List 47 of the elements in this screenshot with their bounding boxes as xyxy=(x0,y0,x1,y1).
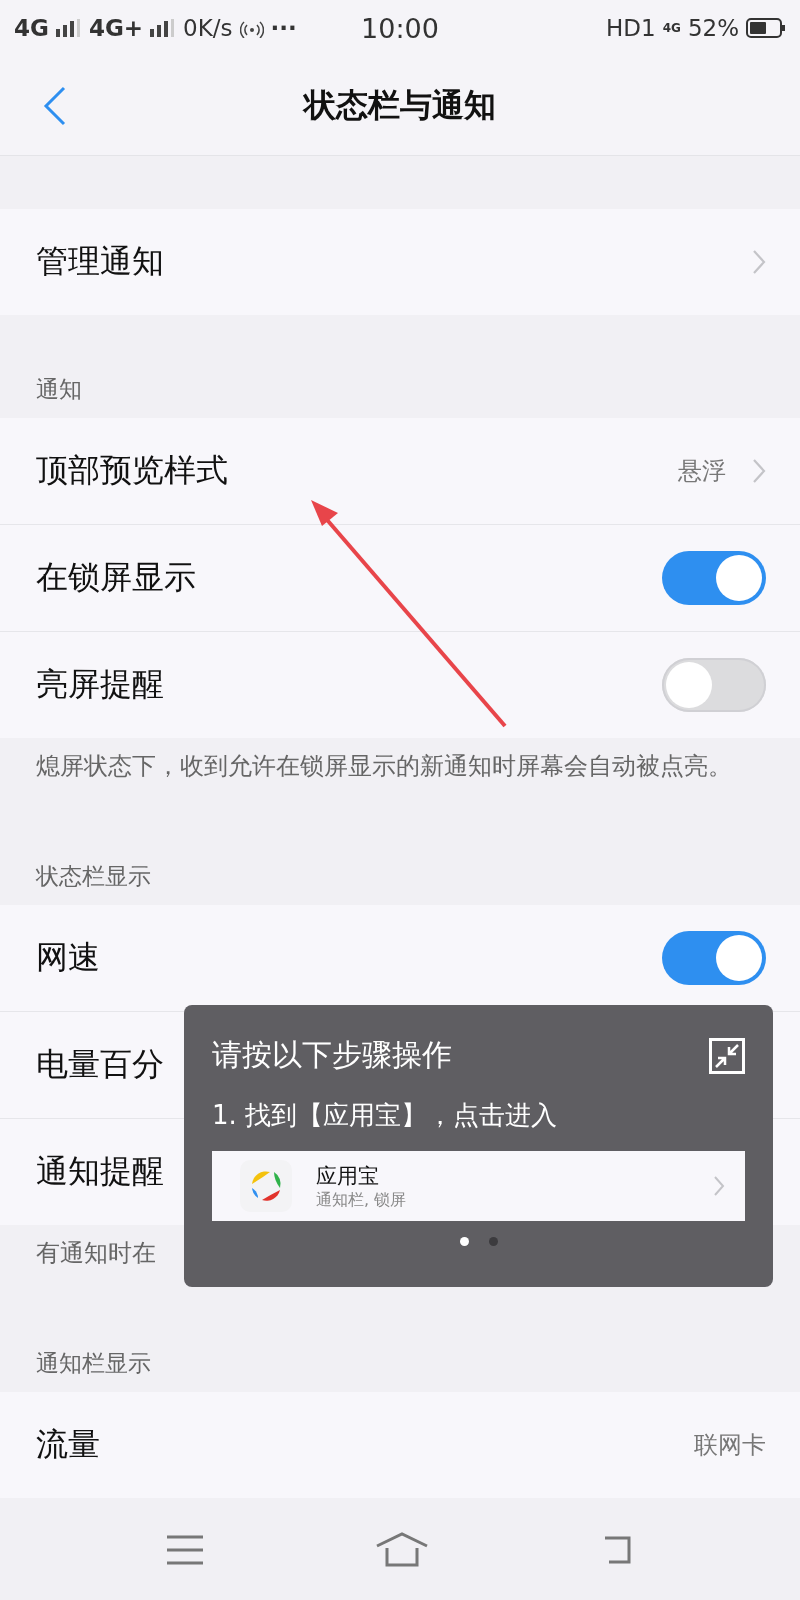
app-icon xyxy=(240,1160,292,1212)
toggle-switch[interactable] xyxy=(662,658,766,712)
toggle-switch[interactable] xyxy=(662,551,766,605)
row-label: 流量 xyxy=(36,1424,100,1465)
menu-icon[interactable] xyxy=(165,1534,205,1566)
settings-row[interactable]: 亮屏提醒 xyxy=(0,632,800,738)
row-label: 网速 xyxy=(36,937,100,978)
toggle-switch[interactable] xyxy=(662,931,766,985)
section-header: 通知 xyxy=(36,375,82,404)
chevron-icon xyxy=(752,458,766,484)
step-text: 1. 找到【应用宝】，点击进入 xyxy=(212,1099,559,1132)
settings-row[interactable]: 管理通知 xyxy=(0,209,800,315)
network-speed: 0K/s xyxy=(183,15,233,41)
popup-title: 请按以下步骤操作 xyxy=(212,1036,452,1074)
settings-row[interactable]: 流量 联网卡 xyxy=(0,1392,800,1498)
row-label: 亮屏提醒 xyxy=(36,664,164,705)
page-title: 状态栏与通知 xyxy=(304,84,496,126)
hint-text: 熄屏状态下，收到允许在锁屏显示的新通知时屏幕会自动被点亮。 xyxy=(36,752,732,780)
row-value: 联网卡 xyxy=(694,1430,766,1461)
more-indicator: ··· xyxy=(270,15,297,41)
chevron-icon xyxy=(752,249,766,275)
section-header: 通知栏显示 xyxy=(36,1349,151,1378)
settings-row[interactable]: 在锁屏显示 xyxy=(0,525,800,632)
back-icon[interactable] xyxy=(42,86,68,126)
section-header: 状态栏显示 xyxy=(36,862,151,891)
row-label: 电量百分 xyxy=(36,1044,164,1085)
network-type: 4G+ xyxy=(88,15,144,41)
clock: 10:00 xyxy=(361,12,439,44)
home-icon[interactable] xyxy=(375,1532,429,1568)
row-value: 悬浮 xyxy=(678,456,726,487)
signal-icon xyxy=(55,19,82,37)
app-detail: 通知栏, 锁屏 xyxy=(316,1189,408,1211)
hint-text: 有通知时在 xyxy=(36,1239,156,1267)
row-label: 管理通知 xyxy=(36,241,164,282)
signal-icon xyxy=(150,19,177,37)
app-card[interactable]: 应用宝 通知栏, 锁屏 xyxy=(212,1151,745,1221)
app-name: 应用宝 xyxy=(316,1162,380,1190)
battery-icon xyxy=(746,18,786,38)
hotspot-icon xyxy=(239,18,264,38)
row-label: 顶部预览样式 xyxy=(36,450,228,491)
chevron-icon xyxy=(713,1175,725,1197)
data-indicator: 4G xyxy=(662,21,681,35)
network-type: 4G xyxy=(14,15,49,41)
collapse-icon[interactable] xyxy=(709,1037,745,1074)
battery-percent: 52% xyxy=(687,15,739,41)
hd-indicator: HD1 xyxy=(606,15,656,41)
row-label: 在锁屏显示 xyxy=(36,557,196,598)
